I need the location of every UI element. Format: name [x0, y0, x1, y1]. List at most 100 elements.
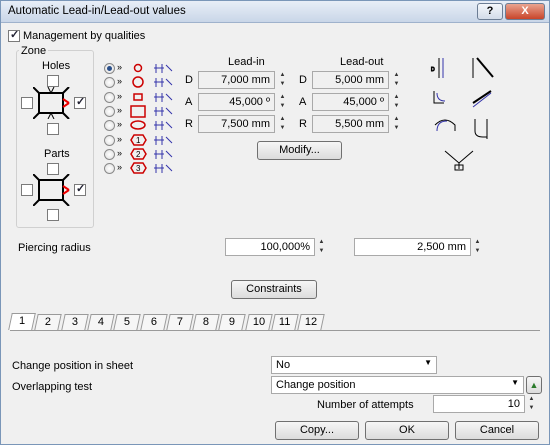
leadout-spinner[interactable]: ▲ ▼ — [391, 93, 402, 111]
holes-top-checkbox[interactable] — [47, 75, 59, 87]
tab-label: 3 — [71, 316, 78, 328]
shape-rect-icon — [130, 105, 173, 118]
help-button[interactable]: ? — [477, 3, 503, 20]
shape-hex1-icon: 1 — [130, 133, 173, 146]
window-title: Automatic Lead-in/Lead-out values — [8, 5, 186, 17]
shape-radio[interactable] — [104, 77, 115, 89]
shape-circle-small-icon — [133, 63, 173, 73]
shape-radio[interactable] — [104, 120, 115, 132]
tab-9[interactable]: 9 — [218, 314, 247, 330]
chevron-down-icon: ▼ — [511, 378, 519, 387]
tab-label: 8 — [202, 316, 210, 328]
leadout-spinner[interactable]: ▲ ▼ — [391, 71, 402, 89]
leadin-value-input[interactable]: 7,500 mm — [198, 115, 275, 133]
leadout-key-label: D — [299, 74, 307, 86]
tab-10[interactable]: 10 — [244, 314, 273, 330]
tab-label: 10 — [252, 316, 265, 328]
attempts-input[interactable]: 10 — [433, 395, 525, 413]
modify-button[interactable]: Modify... — [257, 141, 342, 160]
leadout-value-input[interactable]: 5,000 mm — [312, 71, 389, 89]
shape-radio[interactable] — [104, 91, 115, 103]
attempts-label: Number of attempts — [317, 399, 414, 411]
leadout-key-label: R — [299, 118, 307, 130]
copy-button[interactable]: Copy... — [275, 421, 359, 440]
svg-text:3: 3 — [136, 164, 141, 173]
management-checkbox[interactable] — [8, 28, 20, 42]
overlapping-value: Change position — [276, 379, 356, 391]
shape-radio[interactable] — [104, 63, 115, 74]
dialog-window: Automatic Lead-in/Lead-out values ? X Ma… — [0, 0, 550, 445]
leadin-spinner[interactable]: ▲ ▼ — [277, 71, 288, 89]
tab-7[interactable]: 7 — [166, 314, 194, 330]
arrow-icon: » — [117, 76, 123, 87]
shape-radio[interactable] — [104, 134, 115, 146]
tab-label: 1 — [18, 315, 26, 327]
holes-bottom-checkbox[interactable] — [47, 123, 59, 135]
piercing-mm-spinner[interactable]: ▲ ▼ — [472, 238, 483, 256]
constraints-button[interactable]: Constraints — [231, 280, 317, 299]
tab-label: 9 — [229, 316, 236, 328]
tab-5[interactable]: 5 — [113, 314, 141, 330]
shape-rect-small-icon — [133, 92, 173, 102]
tab-label: 6 — [150, 316, 157, 328]
overlapping-label: Overlapping test — [12, 381, 93, 393]
tab-8[interactable]: 8 — [192, 314, 220, 330]
change-position-label: Change position in sheet — [12, 360, 134, 372]
change-position-select[interactable]: No ▼ — [271, 356, 437, 374]
tab-2[interactable]: 2 — [34, 314, 62, 330]
leadout-value-input[interactable]: 5,500 mm — [312, 115, 389, 133]
arrow-icon: » — [117, 104, 123, 115]
tab-6[interactable]: 6 — [139, 314, 168, 330]
leadout-spinner[interactable]: ▲ ▼ — [391, 115, 402, 133]
arrow-icon: » — [117, 133, 123, 144]
overlapping-select[interactable]: Change position ▼ — [271, 376, 524, 394]
svg-text:1: 1 — [136, 136, 141, 145]
arrow-icon: » — [117, 62, 123, 72]
holes-zone-icon — [33, 87, 70, 119]
shape-oval-icon — [130, 120, 173, 131]
tab-label: 12 — [305, 316, 318, 328]
parts-left-checkbox[interactable] — [21, 184, 33, 196]
arrow-icon: » — [117, 90, 123, 101]
holes-right-checkbox[interactable] — [74, 95, 86, 109]
leadin-value-input[interactable]: 45,000 º — [198, 93, 275, 111]
management-label: Management by qualities — [23, 30, 146, 42]
overlapping-up-button[interactable]: ▲ — [526, 376, 542, 394]
tab-12[interactable]: 12 — [297, 314, 325, 330]
piercing-percent-spinner[interactable]: ▲ ▼ — [316, 238, 327, 256]
leadin-value-input[interactable]: 7,000 mm — [198, 71, 275, 89]
shape-radio[interactable] — [104, 105, 115, 117]
parts-bottom-checkbox[interactable] — [47, 209, 59, 221]
tab-divider — [10, 330, 540, 331]
arrow-icon: » — [117, 147, 123, 158]
parts-label: Parts — [44, 148, 70, 160]
arrow-icon: » — [117, 162, 123, 173]
shape-radio[interactable] — [104, 163, 115, 175]
tab-3[interactable]: 3 — [60, 314, 89, 330]
ok-button[interactable]: OK — [365, 421, 449, 440]
svg-text:2: 2 — [136, 150, 141, 159]
leadin-key-label: A — [185, 96, 193, 108]
leadin-spinner[interactable]: ▲ ▼ — [277, 93, 288, 111]
leadin-key-label: D — [185, 74, 193, 86]
piercing-percent-input[interactable]: 100,000% — [225, 238, 315, 256]
cancel-button[interactable]: Cancel — [455, 421, 539, 440]
holes-left-checkbox[interactable] — [21, 97, 33, 109]
tab-4[interactable]: 4 — [87, 314, 115, 330]
parts-zone-icon — [33, 174, 70, 206]
piercing-mm-input[interactable]: 2,500 mm — [354, 238, 471, 256]
attempts-spinner[interactable]: ▲ ▼ — [526, 395, 537, 413]
zone-label: Zone — [19, 45, 49, 57]
tab-label: 7 — [176, 316, 183, 328]
close-button[interactable]: X — [505, 3, 545, 20]
tab-label: 4 — [97, 316, 104, 328]
leadin-spinner[interactable]: ▲ ▼ — [277, 115, 288, 133]
shape-radio[interactable] — [104, 148, 115, 160]
leadout-header: Lead-out — [340, 56, 384, 68]
tab-11[interactable]: 11 — [271, 314, 299, 330]
shape-circle-icon — [132, 76, 173, 89]
parts-right-checkbox[interactable] — [74, 182, 86, 196]
holes-label: Holes — [42, 60, 71, 72]
leadout-value-input[interactable]: 45,000 º — [312, 93, 389, 111]
tab-1[interactable]: 1 — [8, 313, 36, 330]
